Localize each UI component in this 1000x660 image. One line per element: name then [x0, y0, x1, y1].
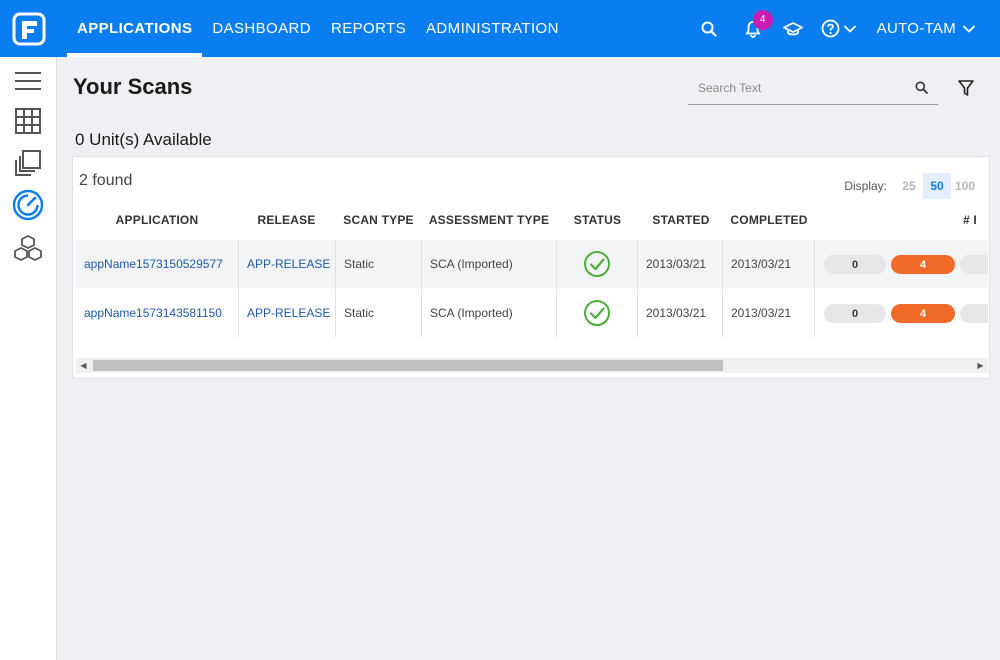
cubes-icon — [14, 235, 42, 261]
notification-count-badge: 4 — [752, 9, 773, 30]
scans-card: 2 found Display: 25 50 100 APPLICATION R… — [72, 156, 990, 379]
chevron-down-icon — [962, 24, 976, 33]
cell-assessment-type: SCA (Imported) — [422, 289, 557, 337]
main-nav: APPLICATIONS DASHBOARD REPORTS ADMINISTR… — [67, 0, 569, 57]
copy-icon — [15, 150, 41, 176]
menu-icon — [15, 72, 41, 90]
page-size-25[interactable]: 25 — [895, 173, 923, 199]
sidebar-item-components[interactable] — [12, 233, 44, 265]
cell-completed: 2013/03/21 — [723, 240, 815, 288]
application-link[interactable]: appName1573150529577 — [84, 257, 223, 271]
cell-assessment-type: SCA (Imported) — [422, 240, 557, 288]
col-header-scan-type[interactable]: SCAN TYPE — [336, 213, 421, 227]
sidebar-menu-toggle[interactable] — [12, 65, 44, 97]
application-link[interactable]: appName1573143581150 — [84, 306, 222, 320]
top-bar: APPLICATIONS DASHBOARD REPORTS ADMINISTR… — [0, 0, 1000, 57]
check-circle-icon — [584, 251, 610, 277]
page-size-50[interactable]: 50 — [923, 173, 951, 199]
cell-started: 2013/03/21 — [638, 240, 723, 288]
search-icon[interactable] — [915, 81, 928, 94]
units-available: 0 Unit(s) Available — [75, 130, 212, 149]
top-right-tools: 4 AUTO-TAM — [697, 0, 1000, 57]
sidebar-item-applications[interactable] — [12, 105, 44, 137]
search-box — [688, 72, 938, 105]
grid-icon — [15, 108, 41, 134]
issue-count-pill[interactable]: 4 — [891, 304, 955, 323]
release-link[interactable]: APP-RELEASE — [247, 257, 330, 271]
cell-application: appName1573143581150 — [76, 289, 239, 337]
fortify-logo-icon — [12, 12, 45, 45]
issue-count-pill[interactable]: 0 — [824, 255, 886, 274]
nav-reports[interactable]: REPORTS — [321, 0, 416, 57]
cell-status — [557, 240, 638, 288]
search-input[interactable] — [698, 78, 908, 98]
cell-status — [557, 289, 638, 337]
col-header-application[interactable]: APPLICATION — [76, 213, 238, 227]
col-header-issues[interactable]: # I — [963, 213, 989, 227]
issue-count-pill[interactable] — [960, 255, 988, 274]
sidebar-item-releases[interactable] — [12, 147, 44, 179]
nav-dashboard[interactable]: DASHBOARD — [202, 0, 321, 57]
cell-started: 2013/03/21 — [638, 289, 723, 337]
cell-completed: 2013/03/21 — [723, 289, 815, 337]
help-menu-button[interactable] — [819, 17, 859, 41]
page-size-selector: Display: 25 50 100 — [844, 173, 979, 199]
table-row: appName1573143581150 APP-RELEASE Static … — [76, 289, 988, 337]
sidebar — [0, 57, 57, 660]
horizontal-scrollbar[interactable]: ◀ ▶ — [76, 358, 988, 373]
graduation-cap-icon — [782, 21, 803, 35]
chevron-down-icon — [843, 24, 856, 33]
issue-count-pill[interactable] — [960, 304, 988, 323]
page-title: Your Scans — [73, 74, 193, 99]
scrollbar-thumb[interactable] — [93, 360, 723, 371]
user-name: AUTO-TAM — [876, 20, 956, 37]
results-count: 2 found — [79, 172, 133, 189]
issue-count-pill[interactable]: 4 — [891, 255, 955, 274]
user-menu[interactable]: AUTO-TAM — [877, 20, 976, 37]
col-header-release[interactable]: RELEASE — [238, 213, 335, 227]
col-header-started[interactable]: STARTED — [639, 213, 723, 227]
check-circle-icon — [584, 300, 610, 326]
table-row: appName1573150529577 APP-RELEASE Static … — [76, 240, 988, 288]
release-link[interactable]: APP-RELEASE — [247, 306, 330, 320]
sidebar-item-scans[interactable] — [12, 189, 44, 221]
page-size-100[interactable]: 100 — [951, 173, 979, 199]
nav-applications[interactable]: APPLICATIONS — [67, 0, 203, 57]
cell-application: appName1573150529577 — [76, 240, 239, 288]
display-label: Display: — [844, 179, 887, 193]
notifications-button[interactable]: 4 — [741, 9, 773, 41]
nav-administration[interactable]: ADMINISTRATION — [416, 0, 569, 57]
col-header-completed[interactable]: COMPLETED — [724, 213, 814, 227]
col-header-assessment-type[interactable]: ASSESSMENT TYPE — [422, 213, 556, 227]
filter-icon[interactable] — [957, 79, 975, 97]
scans-gauge-icon — [12, 189, 44, 221]
search-icon — [701, 21, 717, 37]
col-header-status[interactable]: STATUS — [557, 213, 638, 227]
scroll-right-arrow-icon[interactable]: ▶ — [973, 358, 988, 373]
cell-release: APP-RELEASE — [239, 289, 336, 337]
learn-button[interactable] — [781, 17, 805, 41]
logo[interactable] — [0, 0, 57, 57]
question-circle-icon — [821, 19, 840, 38]
global-search-button[interactable] — [697, 17, 721, 41]
issue-count-pill[interactable]: 0 — [824, 304, 886, 323]
cell-scan-type: Static — [336, 240, 422, 288]
scroll-left-arrow-icon[interactable]: ◀ — [76, 358, 91, 373]
cell-release: APP-RELEASE — [239, 240, 336, 288]
cell-scan-type: Static — [336, 289, 422, 337]
